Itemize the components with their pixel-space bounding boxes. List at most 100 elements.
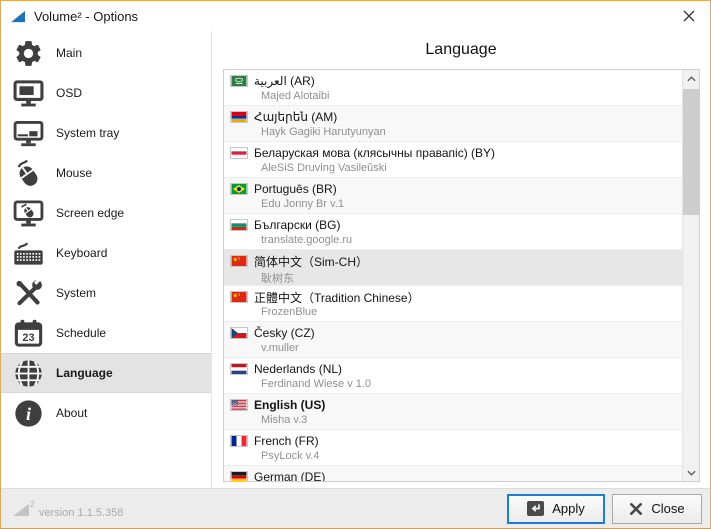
sidebar-item-label: About <box>56 406 87 420</box>
language-row[interactable]: English (US) Misha v.3 <box>224 394 682 430</box>
language-rows: العربية (AR) Majed Alotaibi Հայերեն (AM)Ha… <box>224 70 682 481</box>
title-bar: Volume² - Options <box>1 1 710 31</box>
sidebar-item-label: System tray <box>56 126 119 140</box>
language-row[interactable]: Български (BG) translate.google.ru <box>224 214 682 250</box>
language-author: FrozenBlue <box>261 306 682 318</box>
language-list: العربية (AR) Majed Alotaibi Հայերեն (AM)Ha… <box>223 69 700 482</box>
sidebar-item-label: Screen edge <box>56 206 124 220</box>
screen-edge-icon <box>9 196 47 230</box>
language-row[interactable]: Česky (CZ) v.muller <box>224 322 682 358</box>
main-area: Main OSD System tray Mouse Screen edge Keyboa… <box>1 31 710 488</box>
flag-br-icon <box>230 183 248 195</box>
language-author: Edu Jonny Br v.1 <box>261 198 682 210</box>
sidebar-item-screen-edge[interactable]: Screen edge <box>1 193 211 233</box>
language-row-top: German (DE) <box>230 469 682 481</box>
language-name: Български (BG) <box>254 218 340 232</box>
language-row-top: Nederlands (NL) <box>230 361 682 377</box>
scroll-up-icon[interactable] <box>683 70 700 87</box>
sidebar-item-label: Keyboard <box>56 246 107 260</box>
options-window: Volume² - Options Main OSD System tray Mous… <box>0 0 711 529</box>
flag-cz-icon <box>230 327 248 339</box>
sidebar-item-keyboard[interactable]: Keyboard <box>1 233 211 273</box>
language-row[interactable]: Беларуская мова (клясычны правапіс) (BY)… <box>224 142 682 178</box>
language-author: Majed Alotaibi <box>261 90 682 102</box>
window-title: Volume² - Options <box>34 9 138 24</box>
scroll-down-icon[interactable] <box>683 464 700 481</box>
language-row[interactable]: German (DE) <box>224 466 682 481</box>
language-row-top: 正體中文（Tradition Chinese） <box>230 289 682 305</box>
apply-button[interactable]: Apply <box>507 494 605 524</box>
sidebar-item-mouse[interactable]: Mouse <box>1 153 211 193</box>
scrollbar-thumb[interactable] <box>683 89 700 215</box>
keyboard-icon <box>9 236 47 270</box>
scrollbar <box>682 70 699 481</box>
svg-text:23: 23 <box>22 331 34 343</box>
language-row[interactable]: العربية (AR) Majed Alotaibi <box>224 70 682 106</box>
language-row[interactable]: French (FR)PsyLock v.4 <box>224 430 682 466</box>
sidebar-item-system-tray[interactable]: System tray <box>1 113 211 153</box>
language-row-top: Česky (CZ) <box>230 325 682 341</box>
flag-cn-icon <box>230 291 248 303</box>
language-author: Misha v.3 <box>261 414 682 426</box>
sidebar-item-label: Main <box>56 46 82 60</box>
language-name: German (DE) <box>254 470 325 481</box>
close-x-icon <box>629 502 643 516</box>
page-title: Language <box>212 31 710 69</box>
language-name: 简体中文（Sim-CH） <box>254 253 368 270</box>
flag-sa-icon <box>230 75 248 87</box>
sidebar-item-about[interactable]: i About <box>1 393 211 433</box>
language-row[interactable]: Nederlands (NL) Ferdinand Wiese v 1.0 <box>224 358 682 394</box>
language-row-top: 简体中文（Sim-CH） <box>230 253 682 269</box>
close-button-label: Close <box>651 501 684 516</box>
apply-enter-icon <box>527 501 544 516</box>
globe-icon <box>9 356 47 390</box>
language-name: العربية (AR) <box>254 74 315 88</box>
language-row[interactable]: Português (BR) Edu Jonny Br v.1 <box>224 178 682 214</box>
osd-icon <box>9 76 47 110</box>
language-row-top: Български (BG) <box>230 217 682 233</box>
language-author: Ferdinand Wiese v 1.0 <box>261 378 682 390</box>
language-name: Беларуская мова (клясычны правапіс) (BY) <box>254 146 495 160</box>
language-name: Česky (CZ) <box>254 326 315 340</box>
mouse-icon <box>9 156 47 190</box>
language-name: 正體中文（Tradition Chinese） <box>254 289 420 306</box>
tools-icon <box>9 276 47 310</box>
language-row-top: Беларуская мова (клясычны правапіс) (BY) <box>230 145 682 161</box>
language-row[interactable]: Հայերեն (AM)Hayk Gagiki Harutyunyan <box>224 106 682 142</box>
language-name: English (US) <box>254 398 325 412</box>
version-text: version 1.1.5.358 <box>39 507 123 519</box>
language-row[interactable]: 正體中文（Tradition Chinese）FrozenBlue <box>224 286 682 322</box>
language-name: Nederlands (NL) <box>254 362 342 376</box>
sidebar-item-schedule[interactable]: 23Schedule <box>1 313 211 353</box>
language-row-top: Հայերեն (AM) <box>230 109 682 125</box>
flag-nl-icon <box>230 363 248 375</box>
language-row-top: French (FR) <box>230 433 682 449</box>
apply-button-label: Apply <box>552 501 585 516</box>
sidebar-item-label: OSD <box>56 86 82 100</box>
window-close-icon[interactable] <box>668 1 710 31</box>
language-row-top: العربية (AR) <box>230 73 682 89</box>
flag-am-icon <box>230 111 248 123</box>
sidebar-item-system[interactable]: System <box>1 273 211 313</box>
info-icon: i <box>9 396 47 430</box>
language-author: AleSiS Druving Vasileŭski <box>261 162 682 174</box>
sidebar-item-osd[interactable]: OSD <box>1 73 211 113</box>
language-row[interactable]: 简体中文（Sim-CH）耿树东 <box>224 250 682 286</box>
language-row-top: English (US) <box>230 397 682 413</box>
sidebar-item-main[interactable]: Main <box>1 33 211 73</box>
language-author: PsyLock v.4 <box>261 450 682 462</box>
sidebar-item-label: System <box>56 286 96 300</box>
calendar-icon: 23 <box>9 316 47 350</box>
sidebar-item-language[interactable]: Language <box>1 353 211 393</box>
language-author: v.muller <box>261 342 682 354</box>
app-volume-icon <box>11 10 26 23</box>
sidebar: Main OSD System tray Mouse Screen edge Keyboa… <box>1 31 212 488</box>
flag-by-icon <box>230 147 248 159</box>
language-row-top: Português (BR) <box>230 181 682 197</box>
language-name: Português (BR) <box>254 182 337 196</box>
close-button[interactable]: Close <box>612 494 702 524</box>
language-author: 耿树东 <box>261 270 682 286</box>
sidebar-item-label: Language <box>56 366 113 380</box>
system-tray-icon <box>9 116 47 150</box>
language-author: translate.google.ru <box>261 234 682 246</box>
